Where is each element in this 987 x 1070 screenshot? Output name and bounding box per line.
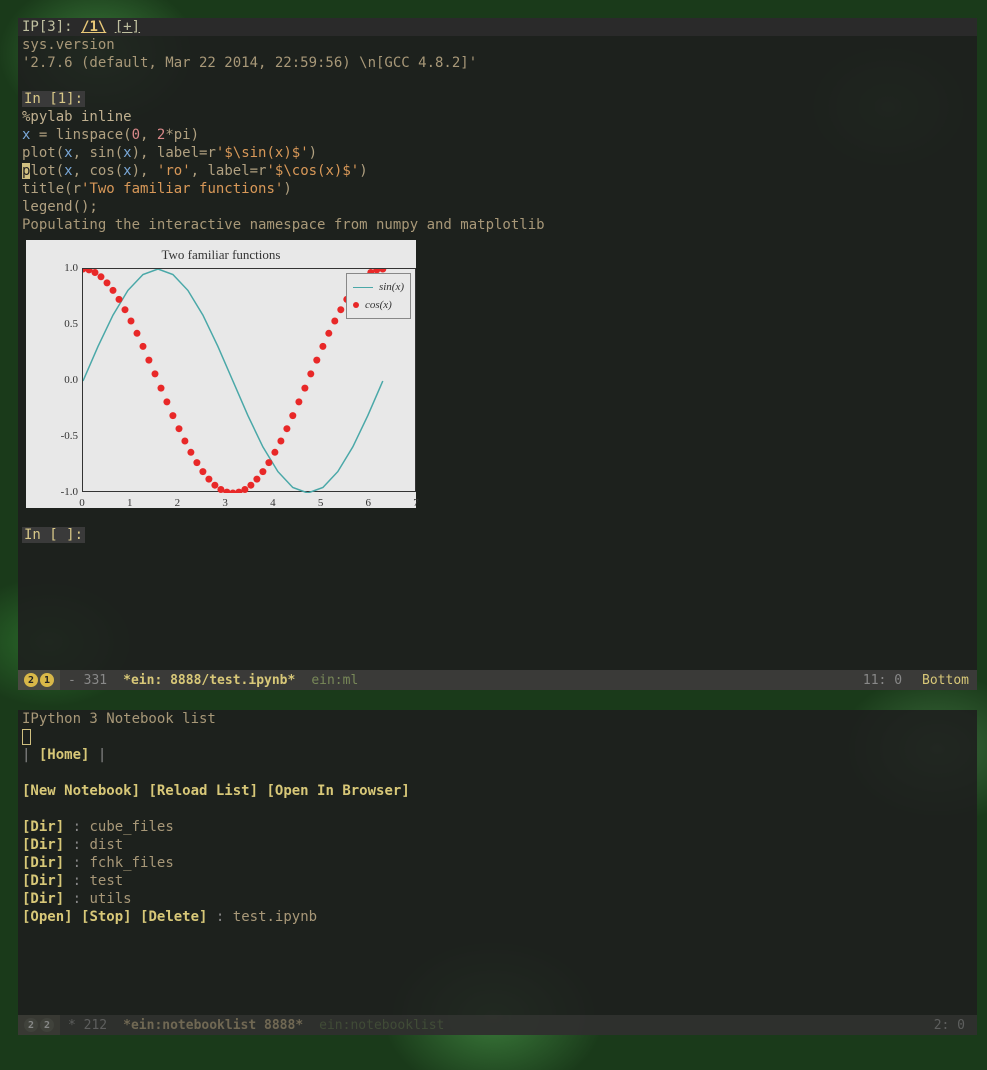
chart-title: Two familiar functions: [26, 240, 416, 264]
modeline-buffer-name: *ein:notebooklist 8888*: [115, 1015, 311, 1035]
tab-prefix: IP[3]:: [22, 19, 73, 35]
modeline-badge: 2: [24, 673, 38, 687]
code-line[interactable]: legend();: [22, 198, 973, 216]
cursor: [22, 729, 31, 745]
notebook-list[interactable]: IPython 3 Notebook list | [Home] | [New …: [18, 710, 977, 926]
cell-prompt: In [1]:: [22, 91, 85, 107]
notebook-buffer-panel: IP[3]: /1\ [+] sys.version '2.7.6 (defau…: [18, 18, 977, 690]
code-line[interactable]: x = linspace(0, 2*pi): [22, 126, 973, 144]
legend-label: cos(x): [365, 296, 392, 314]
list-item: [Dir] : dist: [22, 836, 973, 854]
legend-dot-icon: [353, 302, 359, 308]
chart-ytick: -1.0: [61, 483, 78, 501]
chart-xtick: 0: [79, 494, 85, 512]
modeline-git: - 331: [60, 670, 115, 690]
chart-xtick: 2: [175, 494, 181, 512]
notebook-name: test.ipynb: [233, 909, 317, 925]
list-item: [Open] [Stop] [Delete] : test.ipynb: [22, 908, 973, 926]
legend-label: sin(x): [379, 278, 404, 296]
dir-link[interactable]: [Dir]: [22, 891, 64, 907]
modeline-major-mode: ein:ml: [303, 670, 366, 690]
code-area[interactable]: sys.version '2.7.6 (default, Mar 22 2014…: [18, 36, 977, 544]
separator: |: [22, 747, 39, 763]
list-item: [Dir] : cube_files: [22, 818, 973, 836]
dir-link[interactable]: [Dir]: [22, 855, 64, 871]
modeline-buffer-name: *ein: 8888/test.ipynb*: [115, 670, 303, 690]
modeline-top: 2 1 - 331 *ein: 8888/test.ipynb* ein:ml …: [18, 670, 977, 690]
new-tab-button[interactable]: [+]: [115, 19, 140, 35]
code-line[interactable]: %pylab inline: [22, 108, 973, 126]
modeline-badge: 1: [40, 673, 54, 687]
dir-name: cube_files: [89, 819, 173, 835]
dir-name: test: [89, 873, 123, 889]
tab-bar: IP[3]: /1\ [+]: [18, 18, 977, 36]
code-line[interactable]: plot(x, sin(x), label=r'$\sin(x)$'): [22, 144, 973, 162]
new-notebook-button[interactable]: [New Notebook]: [22, 783, 140, 799]
stop-link[interactable]: [Stop]: [81, 909, 132, 925]
code-line[interactable]: title(r'Two familiar functions'): [22, 180, 973, 198]
dir-link[interactable]: [Dir]: [22, 819, 64, 835]
output-line: '2.7.6 (default, Mar 22 2014, 22:59:56) …: [22, 54, 973, 72]
delete-link[interactable]: [Delete]: [140, 909, 207, 925]
chart-axes: sin(x) cos(x): [82, 268, 416, 492]
modeline-badge: 2: [24, 1018, 38, 1032]
modeline-git: * 212: [60, 1015, 115, 1035]
dir-link[interactable]: [Dir]: [22, 873, 64, 889]
list-item: [Dir] : utils: [22, 890, 973, 908]
chart-ytick: 1.0: [64, 259, 78, 277]
modeline-badge: 2: [40, 1018, 54, 1032]
matplotlib-figure: Two familiar functions sin(x) cos(x) -1.…: [26, 240, 416, 508]
home-link[interactable]: [Home]: [39, 747, 90, 763]
modeline-scroll: Bottom: [914, 673, 977, 688]
chart-ytick: -0.5: [61, 427, 78, 445]
chart-xtick: 7: [413, 494, 419, 512]
dir-link[interactable]: [Dir]: [22, 837, 64, 853]
legend-line-icon: [353, 287, 373, 288]
list-item: [Dir] : test: [22, 872, 973, 890]
chart-xtick: 6: [366, 494, 372, 512]
output-message: Populating the interactive namespace fro…: [22, 216, 973, 234]
chart-legend: sin(x) cos(x): [346, 273, 411, 319]
dir-name: dist: [89, 837, 123, 853]
notebooklist-buffer-panel: IPython 3 Notebook list | [Home] | [New …: [18, 710, 977, 1035]
chart-xtick: 4: [270, 494, 276, 512]
modeline-bottom: 2 2 * 212 *ein:notebooklist 8888* ein:no…: [18, 1015, 977, 1035]
open-in-browser-button[interactable]: [Open In Browser]: [266, 783, 409, 799]
nblist-title: IPython 3 Notebook list: [22, 710, 973, 728]
active-tab[interactable]: /1\: [81, 19, 106, 35]
chart-ytick: 0.5: [64, 315, 78, 333]
reload-list-button[interactable]: [Reload List]: [148, 783, 258, 799]
modeline-position: 11: 0: [851, 673, 914, 688]
list-item: [Dir] : fchk_files: [22, 854, 973, 872]
dir-name: utils: [89, 891, 131, 907]
dir-name: fchk_files: [89, 855, 173, 871]
modeline-major-mode: ein:notebooklist: [311, 1015, 452, 1035]
modeline-position: 2: 0: [922, 1018, 977, 1033]
open-link[interactable]: [Open]: [22, 909, 73, 925]
chart-xtick: 3: [222, 494, 228, 512]
output-line: sys.version: [22, 36, 973, 54]
chart-ytick: 0.0: [64, 371, 78, 389]
empty-cell-prompt[interactable]: In [ ]:: [22, 527, 85, 543]
code-line[interactable]: plot(x, cos(x), 'ro', label=r'$\cos(x)$'…: [22, 162, 973, 180]
chart-xtick: 5: [318, 494, 324, 512]
chart-xtick: 1: [127, 494, 133, 512]
